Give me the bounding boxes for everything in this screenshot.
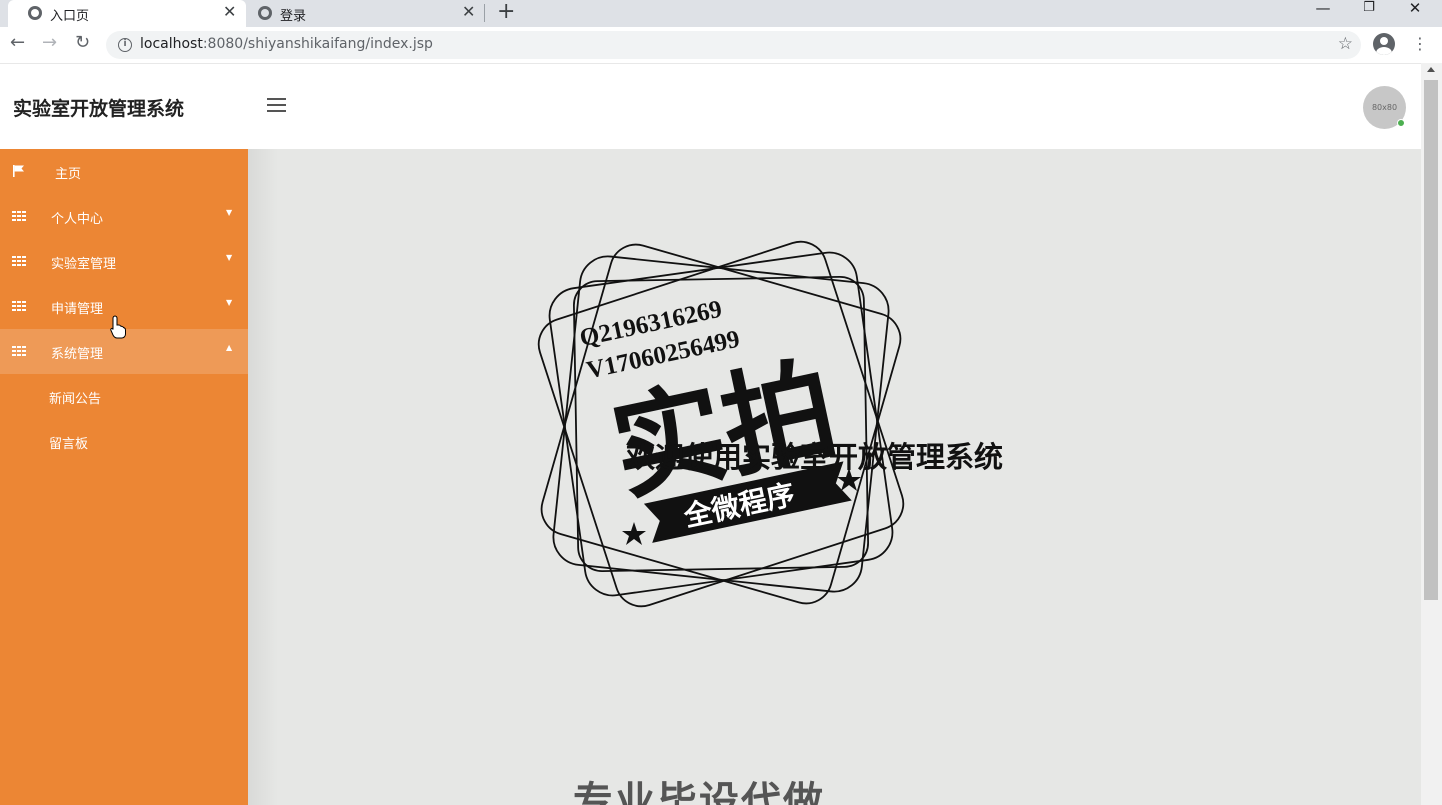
caret-down-icon: ▼ <box>226 253 233 262</box>
minimize-button[interactable]: — <box>1300 0 1346 27</box>
bookmark-star-icon[interactable]: ☆ <box>1338 34 1353 54</box>
browser-toolbar: ← → ↻ i localhost:8080/shiyanshikaifang/… <box>0 27 1442 63</box>
grid-icon <box>12 211 26 221</box>
sidebar-item-home[interactable]: 主页 <box>0 149 248 194</box>
tab-title: 登录 <box>280 9 307 24</box>
menu-toggle-icon[interactable] <box>267 98 286 112</box>
close-tab-icon[interactable]: ✕ <box>223 2 236 21</box>
sidebar-item-label: 个人中心 <box>51 212 104 227</box>
flag-icon <box>13 165 24 177</box>
grid-icon <box>12 301 26 311</box>
tab-login[interactable]: 登录 ✕ <box>246 0 484 27</box>
forward-button[interactable]: → <box>42 32 57 53</box>
sidebar-item-label: 主页 <box>55 167 82 182</box>
sidebar-item-personal-center[interactable]: 个人中心 ▼ <box>0 194 248 239</box>
welcome-heading: 欢迎使用实验室开放管理系统 <box>626 440 1004 474</box>
caret-down-icon: ▼ <box>226 298 233 307</box>
address-bar[interactable]: i localhost:8080/shiyanshikaifang/index.… <box>106 31 1361 59</box>
url-text: localhost:8080/shiyanshikaifang/index.js… <box>140 36 433 52</box>
sidebar-item-label: 实验室管理 <box>51 257 117 272</box>
sidebar-item-lab-management[interactable]: 实验室管理 ▼ <box>0 239 248 284</box>
profile-icon[interactable] <box>1373 33 1395 55</box>
restore-button[interactable]: ❐ <box>1346 0 1392 27</box>
info-icon[interactable]: i <box>118 38 132 52</box>
promo-text: 专业毕设代做 <box>573 779 825 805</box>
sidebar: 主页 个人中心 ▼ 实验室管理 ▼ 申请管理 ▼ 系统管理 ▲ 新闻公告 留言板 <box>0 149 248 805</box>
scroll-up-arrow-icon[interactable] <box>1427 67 1435 72</box>
new-tab-button[interactable]: + <box>497 0 515 24</box>
online-status-dot <box>1397 119 1405 127</box>
sidebar-subitem-news[interactable]: 新闻公告 <box>0 374 248 419</box>
reload-button[interactable]: ↻ <box>75 32 90 53</box>
tab-separator <box>484 4 485 22</box>
caret-up-icon: ▲ <box>226 343 233 352</box>
close-tab-icon[interactable]: ✕ <box>462 2 475 21</box>
app-title: 实验室开放管理系统 <box>13 98 185 120</box>
main-content: Q2196316269 V17060256499 实拍 全微程序 欢迎使用实验室… <box>248 149 1421 805</box>
caret-down-icon: ▼ <box>226 208 233 217</box>
globe-icon <box>28 6 42 20</box>
grid-icon <box>12 346 26 356</box>
sidebar-item-label: 申请管理 <box>51 302 104 317</box>
watermark-stamp: Q2196316269 V17060256499 实拍 全微程序 <box>537 240 905 608</box>
sidebar-subitem-label: 留言板 <box>49 437 89 452</box>
globe-icon <box>258 6 272 20</box>
browser-tab-bar: 入口页 ✕ 登录 ✕ + — ❐ ✕ <box>0 0 1442 27</box>
sidebar-shadow <box>248 149 278 805</box>
sidebar-item-label: 系统管理 <box>51 347 104 362</box>
app-header: 实验室开放管理系统 80x80 <box>0 63 1421 149</box>
hand-cursor-icon <box>110 315 126 339</box>
tab-home[interactable]: 入口页 ✕ <box>8 0 246 27</box>
sidebar-subitem-message-board[interactable]: 留言板 <box>0 419 248 464</box>
back-button[interactable]: ← <box>10 32 25 53</box>
scrollbar-thumb[interactable] <box>1424 80 1438 600</box>
grid-icon <box>12 256 26 266</box>
browser-menu-icon[interactable]: ⋮ <box>1412 34 1428 53</box>
tab-title: 入口页 <box>50 9 90 24</box>
sidebar-subitem-label: 新闻公告 <box>49 392 102 407</box>
close-window-button[interactable]: ✕ <box>1392 0 1438 27</box>
